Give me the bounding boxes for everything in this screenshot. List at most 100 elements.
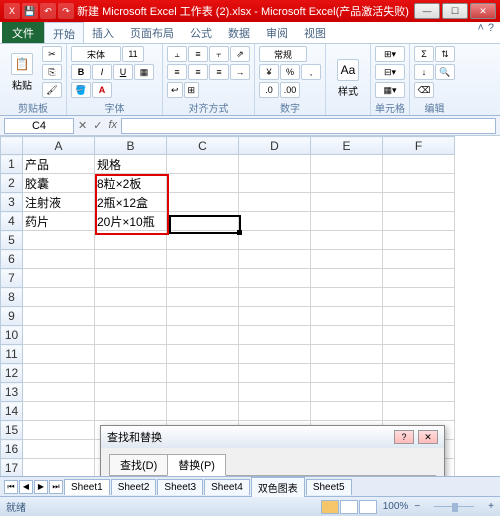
tab-formulas[interactable]: 公式 [182,22,220,43]
merge-button[interactable]: ⊞ [184,82,200,98]
cell-F9[interactable] [383,307,455,326]
close-button[interactable]: ✕ [470,3,496,19]
cell-D11[interactable] [239,345,311,364]
dec-decimal-button[interactable]: .00 [280,82,300,98]
percent-button[interactable]: % [280,64,300,80]
cell-F2[interactable] [383,174,455,193]
redo-button[interactable]: ↷ [58,3,74,19]
inc-decimal-button[interactable]: .0 [259,82,279,98]
row-header-9[interactable]: 9 [1,307,23,326]
cell-B6[interactable] [95,250,167,269]
comma-button[interactable]: , [301,64,321,80]
cell-C14[interactable] [167,402,239,421]
sheet-tab-4[interactable]: Sheet4 [204,479,250,495]
row-header-8[interactable]: 8 [1,288,23,307]
sheet-tab-5[interactable]: 双色图表 [251,477,305,497]
cell-A14[interactable] [23,402,95,421]
font-name-select[interactable]: 宋体 [71,46,121,62]
cell-E14[interactable] [311,402,383,421]
sheet-nav-first[interactable]: ⏮ [4,480,18,494]
cell-E12[interactable] [311,364,383,383]
insert-cells-button[interactable]: ⊞▾ [375,46,405,62]
cell-F3[interactable] [383,193,455,212]
row-header-11[interactable]: 11 [1,345,23,364]
cell-A13[interactable] [23,383,95,402]
italic-button[interactable]: I [92,64,112,80]
save-button[interactable]: 💾 [22,3,38,19]
cell-F1[interactable] [383,155,455,174]
row-header-12[interactable]: 12 [1,364,23,383]
font-color-button[interactable]: A [92,82,112,98]
cell-A5[interactable] [23,231,95,250]
sheet-tab-6[interactable]: Sheet5 [306,479,352,495]
cell-E13[interactable] [311,383,383,402]
cell-C12[interactable] [167,364,239,383]
fx-icon[interactable]: fx [108,119,117,132]
cell-B5[interactable] [95,231,167,250]
dialog-close-button[interactable]: ✕ [418,430,438,444]
help-icon[interactable]: ? [488,22,494,43]
cell-F11[interactable] [383,345,455,364]
sheet-nav-last[interactable]: ⏭ [49,480,63,494]
cell-B11[interactable] [95,345,167,364]
cancel-icon[interactable]: ✕ [78,119,87,132]
cell-C2[interactable] [167,174,239,193]
cell-E10[interactable] [311,326,383,345]
fill-color-button[interactable]: 🪣 [71,82,91,98]
cell-B9[interactable] [95,307,167,326]
cell-B3[interactable]: 2瓶×12盒 [95,193,167,212]
cell-D13[interactable] [239,383,311,402]
zoom-out-button[interactable]: − [414,501,420,512]
bold-button[interactable]: B [71,64,91,80]
autosum-button[interactable]: Σ [414,46,434,62]
cell-A12[interactable] [23,364,95,383]
cell-F10[interactable] [383,326,455,345]
cut-button[interactable]: ✂ [42,46,62,62]
cell-C11[interactable] [167,345,239,364]
cell-F13[interactable] [383,383,455,402]
number-format-select[interactable]: 常规 [259,46,307,62]
row-header-17[interactable]: 17 [1,459,23,477]
align-left-button[interactable]: ≡ [167,64,187,80]
cell-D5[interactable] [239,231,311,250]
select-all-corner[interactable] [1,137,23,155]
cell-D8[interactable] [239,288,311,307]
clear-button[interactable]: ⌫ [414,82,434,98]
row-header-2[interactable]: 2 [1,174,23,193]
cell-E8[interactable] [311,288,383,307]
cell-C13[interactable] [167,383,239,402]
row-header-16[interactable]: 16 [1,440,23,459]
cell-E11[interactable] [311,345,383,364]
row-header-3[interactable]: 3 [1,193,23,212]
align-mid-button[interactable]: ≡ [188,46,208,62]
underline-button[interactable]: U [113,64,133,80]
col-header-E[interactable]: E [311,137,383,155]
align-center-button[interactable]: ≡ [188,64,208,80]
row-header-6[interactable]: 6 [1,250,23,269]
cell-B8[interactable] [95,288,167,307]
row-header-10[interactable]: 10 [1,326,23,345]
undo-button[interactable]: ↶ [40,3,56,19]
cell-C7[interactable] [167,269,239,288]
cell-E5[interactable] [311,231,383,250]
row-header-5[interactable]: 5 [1,231,23,250]
align-bot-button[interactable]: ⫟ [209,46,229,62]
cell-B12[interactable] [95,364,167,383]
fill-button[interactable]: ↓ [414,64,434,80]
view-normal-button[interactable] [321,500,339,514]
cell-C10[interactable] [167,326,239,345]
col-header-A[interactable]: A [23,137,95,155]
sheet-tab-2[interactable]: Sheet2 [111,479,157,495]
cell-B13[interactable] [95,383,167,402]
ribbon-min-icon[interactable]: ˄ [477,22,483,43]
cell-A16[interactable] [23,440,95,459]
cell-A1[interactable]: 产品 [23,155,95,174]
excel-icon[interactable]: X [4,3,20,19]
formula-input[interactable] [121,118,496,134]
copy-button[interactable]: ⎘ [42,64,62,80]
zoom-level[interactable]: 100% [383,501,409,512]
cell-B14[interactable] [95,402,167,421]
cell-C6[interactable] [167,250,239,269]
cell-B2[interactable]: 8粒×2板 [95,174,167,193]
cell-E4[interactable] [311,212,383,231]
